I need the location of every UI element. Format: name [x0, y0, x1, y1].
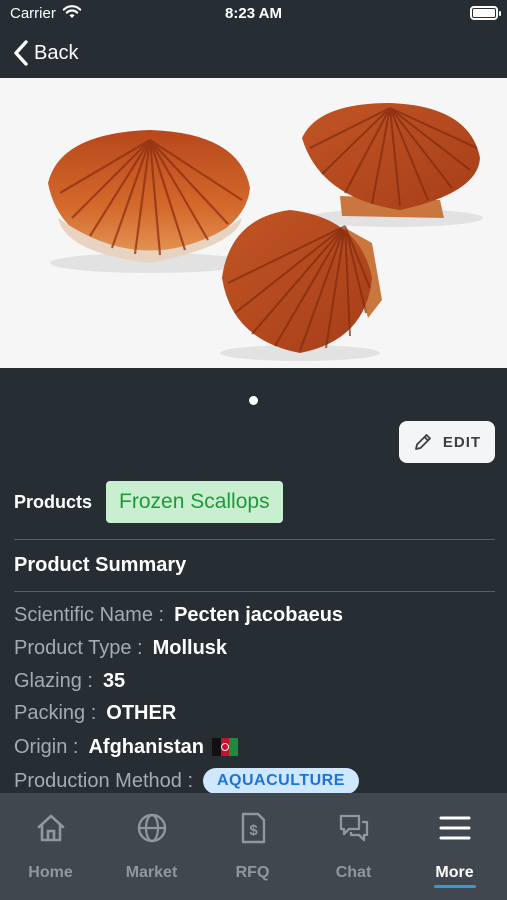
carousel-page-indicator: [0, 392, 507, 410]
glazing-key: Glazing :: [14, 669, 93, 692]
info-row-production-method: Production Method : AQUACULTURE: [14, 767, 359, 795]
edit-button[interactable]: EDIT: [399, 421, 495, 463]
info-row-glazing: Glazing : 35: [14, 667, 125, 695]
production-method-key: Production Method :: [14, 769, 193, 792]
dollar-document-icon: $: [241, 812, 266, 844]
tab-rfq[interactable]: $ RFQ: [202, 793, 303, 900]
info-row-scientific-name: Scientific Name : Pecten jacobaeus: [14, 601, 343, 629]
home-icon: [37, 814, 65, 842]
info-row-packing: Packing : OTHER: [14, 699, 176, 727]
pencil-icon: [415, 434, 431, 450]
edit-label: EDIT: [442, 433, 482, 451]
packing-value: OTHER: [106, 701, 177, 724]
carousel-dot-active[interactable]: [249, 396, 258, 405]
tab-market-label: Market: [125, 864, 178, 881]
packing-key: Packing :: [14, 701, 97, 724]
tab-more[interactable]: More: [404, 793, 505, 900]
product-type-value: Mollusk: [152, 636, 228, 659]
tab-market[interactable]: Market: [101, 793, 202, 900]
divider: [14, 539, 495, 540]
tab-rfq-label: RFQ: [235, 864, 270, 881]
scientific-name-value: Pecten jacobaeus: [174, 603, 344, 626]
clock: 8:23 AM: [225, 5, 282, 22]
globe-icon: [137, 813, 167, 843]
divider: [14, 591, 495, 592]
tab-home-label: Home: [28, 864, 73, 881]
back-button[interactable]: Back: [12, 36, 78, 70]
section-title-product-summary: Product Summary: [14, 554, 187, 576]
active-tab-indicator: [434, 885, 476, 888]
chat-bubbles-icon: [339, 814, 369, 842]
product-image-carousel[interactable]: [0, 78, 507, 368]
tab-chat-label: Chat: [335, 864, 372, 881]
info-row-product-type: Product Type : Mollusk: [14, 634, 227, 662]
svg-text:$: $: [249, 822, 258, 839]
product-chip[interactable]: Frozen Scallops: [106, 481, 283, 523]
back-label: Back: [34, 41, 79, 64]
origin-key: Origin :: [14, 735, 79, 758]
tab-home[interactable]: Home: [0, 793, 101, 900]
scientific-name-key: Scientific Name :: [14, 603, 165, 626]
tab-chat[interactable]: Chat: [303, 793, 404, 900]
navigation-bar: Back: [0, 28, 507, 78]
products-row: Products Frozen Scallops: [14, 481, 283, 523]
tab-more-label: More: [435, 864, 474, 881]
origin-value: Afghanistan: [88, 735, 205, 758]
status-bar: Carrier 8:23 AM: [0, 0, 507, 28]
product-type-key: Product Type :: [14, 636, 143, 659]
info-row-origin: Origin : Afghanistan: [14, 733, 239, 761]
menu-icon: [439, 816, 471, 840]
tab-bar: Home Market $ RFQ Chat More: [0, 793, 507, 900]
afghanistan-flag-icon: [212, 738, 239, 756]
battery-icon: [470, 6, 501, 20]
glazing-value: 35: [102, 669, 126, 692]
chevron-left-icon: [14, 40, 28, 66]
production-method-badge: AQUACULTURE: [203, 768, 359, 794]
product-photo: [0, 78, 507, 368]
products-label: Products: [14, 491, 93, 512]
